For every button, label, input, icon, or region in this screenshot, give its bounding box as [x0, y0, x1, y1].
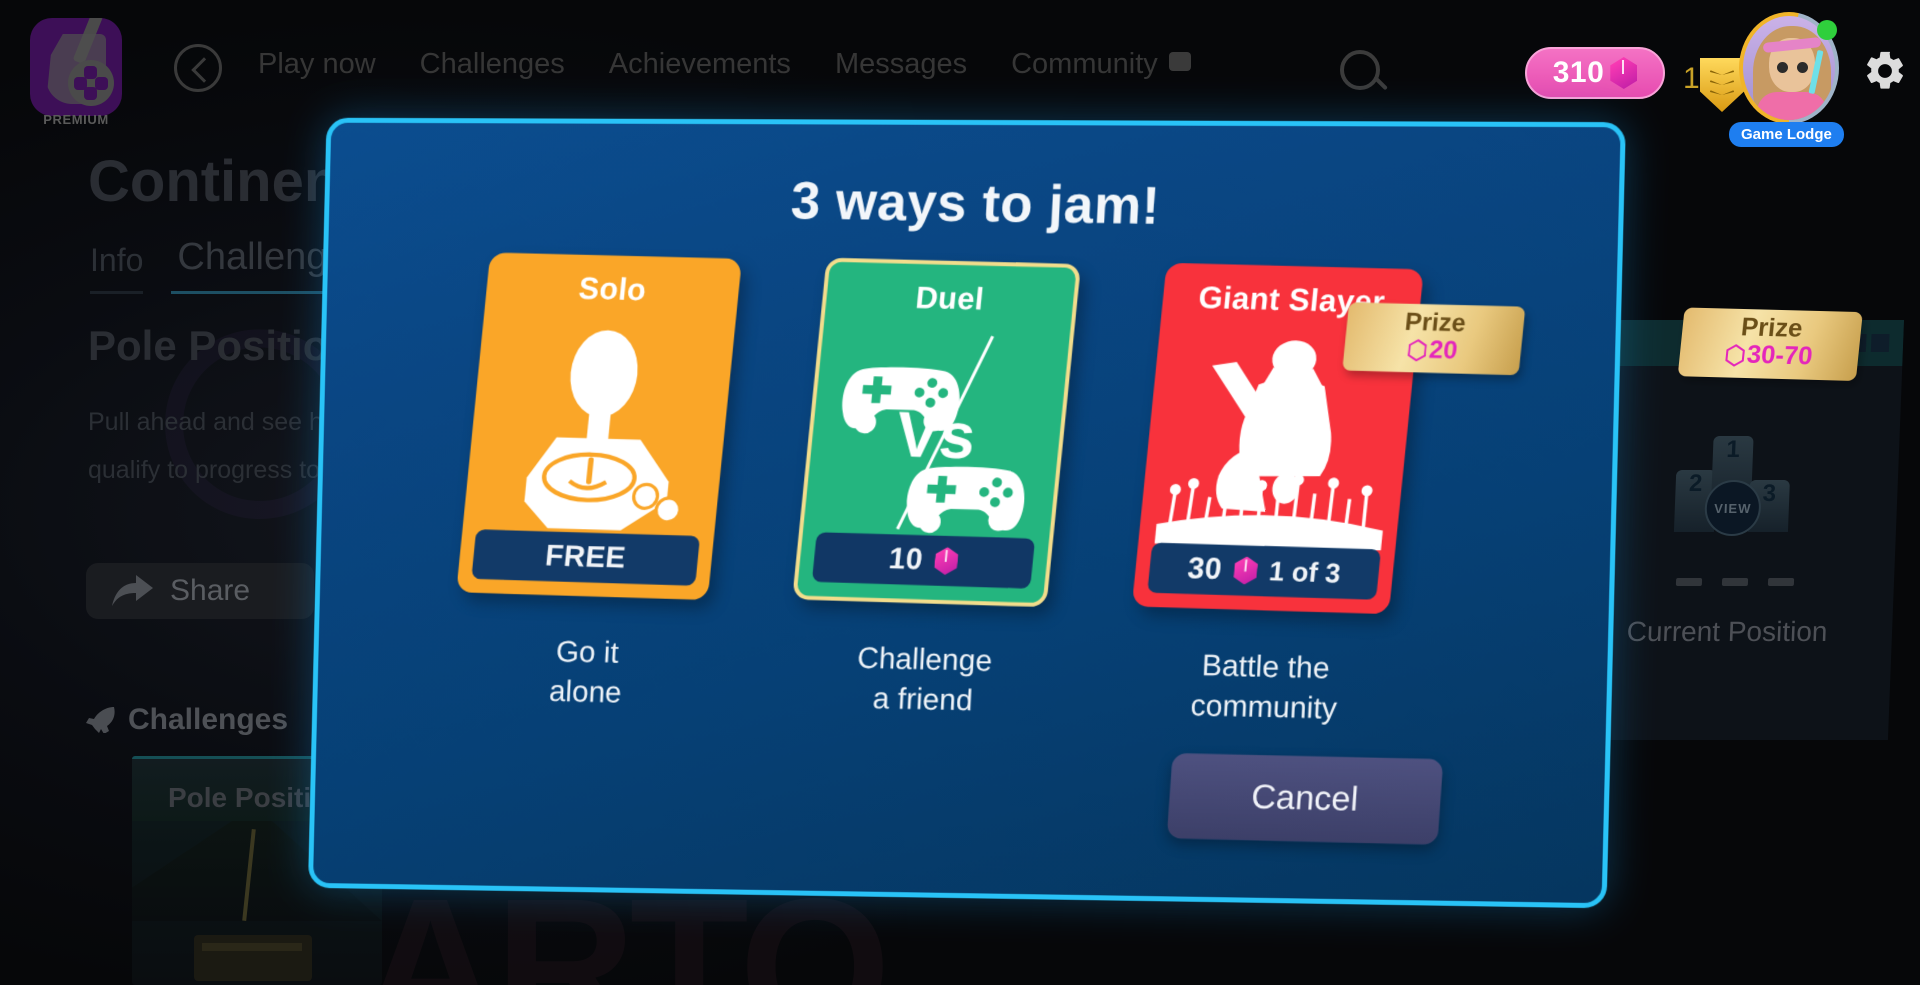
share-label: Share [170, 574, 251, 607]
mode-caption-giant-slayer-line2: community [1189, 689, 1338, 726]
share-button[interactable]: Share [86, 563, 314, 619]
chat-bubble-icon [1168, 52, 1191, 71]
nav-item-challenges[interactable]: Challenges [420, 48, 565, 81]
joystick-icon [462, 314, 735, 538]
prize-badge-duel-value-row: 20 [1343, 333, 1522, 367]
premium-badge-label: PREMIUM [43, 112, 109, 127]
mode-captions: Go it alone Challenge a friend Battle th… [405, 629, 1528, 744]
logo-petals-shape [74, 66, 108, 100]
dialog-content: 3 ways to jam! Solo FREE Duel Vs 10 Gian… [304, 117, 1863, 909]
mode-caption-giant-slayer: Battle the community [1132, 645, 1398, 731]
mode-caption-solo-line1: Go it [555, 635, 620, 670]
online-status-dot [1817, 20, 1837, 40]
app-logo[interactable] [30, 18, 122, 116]
nav-item-achievements[interactable]: Achievements [609, 48, 791, 81]
mode-card-duel-cost: 10 [811, 532, 1036, 589]
gem-balance-pill[interactable]: 310 [1525, 47, 1665, 99]
tab-info[interactable]: Info [90, 242, 144, 294]
podium-icon: 2 1 3 VIEW [1670, 436, 1796, 536]
mode-card-duel-cost-label: 10 [887, 542, 925, 577]
mode-card-solo-cost: FREE [471, 529, 701, 586]
mode-card-duel[interactable]: Duel Vs 10 [792, 257, 1082, 608]
prize-badge-giant-slayer: Prize 30-70 [1677, 307, 1863, 382]
app-root: ○○ ARTO Continental Info Challenges Pole… [0, 0, 1920, 985]
prize-badge-duel: Prize 20 [1342, 302, 1526, 376]
mode-card-duel-title: Duel [913, 279, 986, 317]
mode-caption-giant-slayer-line1: Battle the [1201, 649, 1331, 686]
rocket-icon [86, 707, 115, 733]
avatar[interactable] [1739, 12, 1839, 124]
mode-card-solo-title: Solo [577, 270, 649, 308]
prize-badge-duel-value: 20 [1427, 335, 1459, 365]
thumbnail-car [194, 935, 312, 981]
search-icon[interactable] [1340, 50, 1388, 94]
nav-item-play-now[interactable]: Play now [258, 48, 376, 81]
level-number: 1 [1683, 62, 1700, 95]
svg-text:Vs: Vs [893, 398, 979, 472]
username-tag[interactable]: Game Lodge [1729, 122, 1844, 147]
mode-card-giant-slayer-cost: 30 1 of 3 [1147, 542, 1382, 600]
shield-icon [1700, 58, 1744, 112]
gear-icon[interactable] [1862, 48, 1908, 94]
back-chevron-icon[interactable] [174, 44, 222, 92]
nav-item-messages[interactable]: Messages [835, 48, 967, 81]
nav-item-community-label: Community [1011, 48, 1158, 80]
mode-caption-duel: Challenge a friend [792, 638, 1055, 724]
mode-card-solo[interactable]: Solo FREE [456, 252, 742, 601]
gem-balance-value: 310 [1552, 56, 1605, 89]
gem-icon [1610, 57, 1638, 89]
challenges-section-label: Challenges [128, 703, 289, 736]
mode-card-giant-slayer-attempts: 1 of 3 [1267, 555, 1343, 589]
challenges-section-header: Challenges [86, 703, 288, 737]
prize-badge-giant-slayer-value: 30-70 [1745, 340, 1814, 371]
dialog-panel: 3 ways to jam! Solo FREE Duel Vs 10 Gian… [307, 117, 1863, 909]
nav-items: Play now Challenges Achievements Message… [258, 48, 1191, 81]
gem-icon [933, 547, 959, 576]
dialog-title: 3 ways to jam! [789, 171, 1162, 236]
mode-caption-duel-line1: Challenge [856, 641, 993, 678]
mode-caption-duel-line2: a friend [872, 682, 974, 718]
mode-card-solo-cost-label: FREE [543, 539, 628, 575]
share-arrow-icon [112, 575, 153, 606]
mode-caption-solo-line2: alone [548, 675, 623, 710]
gem-outline-icon [1407, 339, 1427, 362]
gem-outline-icon [1724, 344, 1745, 367]
mode-card-giant-slayer-cost-label: 30 [1185, 551, 1224, 586]
ways-to-jam-dialog: 3 ways to jam! Solo FREE Duel Vs 10 Gian… [307, 117, 1863, 909]
gem-icon [1233, 556, 1259, 585]
nav-item-community[interactable]: Community [1011, 48, 1191, 81]
mode-caption-solo: Go it alone [456, 630, 716, 715]
prize-badge-giant-slayer-value-row: 30-70 [1678, 339, 1859, 373]
two-gamepads-vs-icon: Vs [802, 323, 1070, 548]
position-placeholder-dashes [1675, 578, 1795, 586]
cancel-button[interactable]: Cancel [1166, 753, 1444, 845]
